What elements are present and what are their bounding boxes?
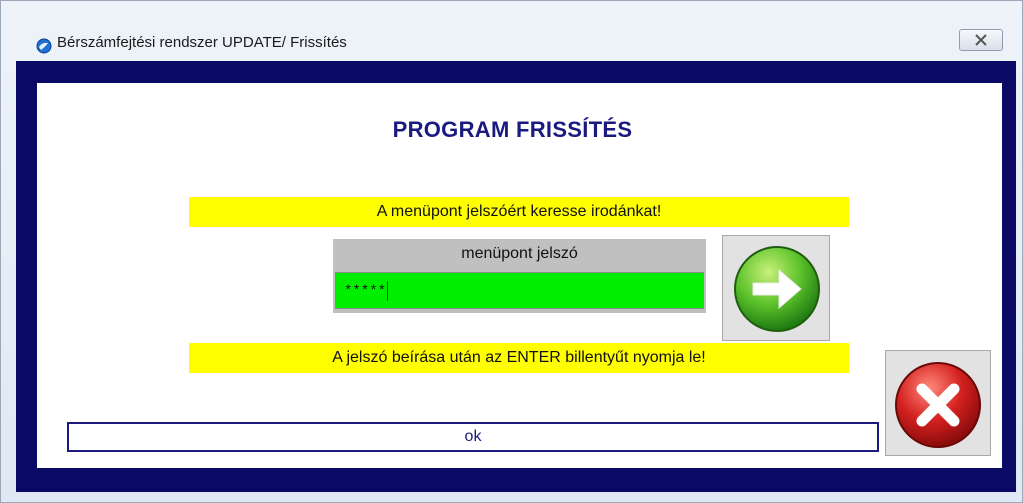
app-window: Bérszámfejtési rendszer UPDATE/ Frissíté… bbox=[0, 0, 1023, 503]
go-button[interactable] bbox=[722, 235, 830, 341]
close-icon bbox=[975, 34, 987, 46]
window-title: Bérszámfejtési rendszer UPDATE/ Frissíté… bbox=[57, 34, 347, 51]
text-caret bbox=[387, 281, 389, 301]
close-button[interactable] bbox=[959, 29, 1003, 51]
status-bar: ok bbox=[67, 422, 879, 452]
password-value: ***** bbox=[344, 283, 387, 300]
password-input[interactable]: ***** bbox=[335, 272, 704, 309]
arrow-right-icon bbox=[734, 246, 820, 332]
cancel-x-icon bbox=[895, 362, 981, 448]
notice-bottom: A jelszó beírása után az ENTER billentyű… bbox=[189, 343, 849, 373]
password-panel: menüpont jelszó ***** bbox=[333, 239, 706, 313]
password-label: menüpont jelszó bbox=[461, 245, 578, 262]
page-title: PROGRAM FRISSÍTÉS bbox=[392, 117, 633, 142]
globe-app-icon bbox=[36, 38, 52, 54]
notice-top: A menüpont jelszóért keresse irodánkat! bbox=[189, 197, 849, 227]
cancel-button[interactable] bbox=[885, 350, 991, 456]
title-bar[interactable] bbox=[1, 1, 1022, 37]
